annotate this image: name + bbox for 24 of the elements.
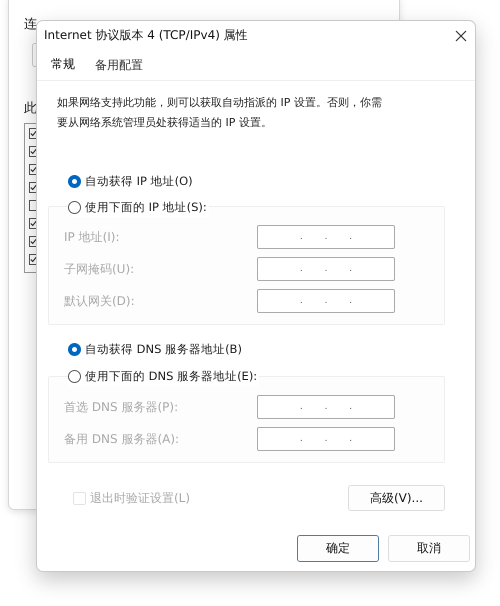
radio-label: 自动获得 DNS 服务器地址(B) [85,342,242,356]
field-label: 首选 DNS 服务器(P): [64,398,180,416]
radio-button[interactable] [68,342,81,356]
checkbox-label: 退出时验证设置(L) [90,490,190,506]
section-label: 连 [24,16,37,33]
advanced-button[interactable]: 高级(V)... [348,485,445,511]
radio-label: 自动获得 IP 地址(O) [85,174,193,188]
tab[interactable]: 备用配置 [93,52,145,78]
field-label: 默认网关(D): [64,292,136,310]
radio-label: 使用下面的 DNS 服务器地址(E): [85,368,258,384]
radio-button[interactable] [68,174,81,188]
description-text: 如果网络支持此功能，则可以获取自动指派的 IP 设置。否则，你需要从网络系统管理员处获得适当的 IP 设置。 [57,95,383,131]
radio-button[interactable] [68,370,81,382]
radio-label: 使用下面的 IP 地址(S): [85,200,207,214]
field-label: 备用 DNS 服务器(A): [64,430,180,448]
tab[interactable]: 常规 [49,52,77,78]
section-label: 此 [24,100,37,117]
radio-button[interactable] [68,200,81,214]
window-title: Internet 协议版本 4 (TCP/IPv4) 属性 [44,27,248,44]
field-label: 子网掩码(U): [64,260,136,278]
close-icon[interactable] [455,30,467,42]
ok-button[interactable]: 确定 [297,535,379,562]
field-label: IP 地址(I): [64,228,121,246]
cancel-button[interactable]: 取消 [388,535,470,562]
